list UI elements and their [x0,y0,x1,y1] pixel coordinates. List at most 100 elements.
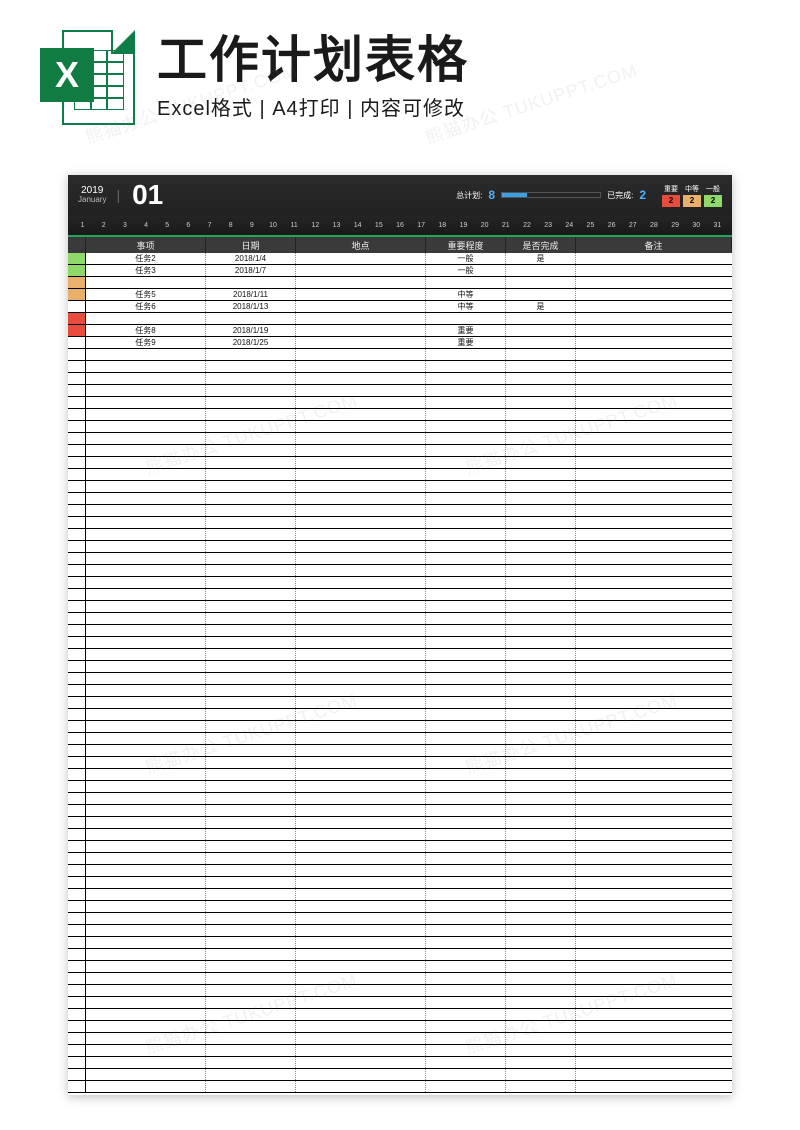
table-row[interactable] [68,817,732,829]
table-row[interactable] [68,709,732,721]
table-row[interactable] [68,733,732,745]
table-row[interactable] [68,433,732,445]
cell [206,709,296,720]
cell [206,373,296,384]
table-row[interactable] [68,853,732,865]
table-row[interactable] [68,769,732,781]
cell [426,745,506,756]
table-row[interactable] [68,541,732,553]
table-row[interactable] [68,721,732,733]
cell [296,289,426,300]
cell [206,769,296,780]
cell [296,997,426,1008]
table-row[interactable]: 任务62018/1/13中等是 [68,301,732,313]
table-row[interactable]: 任务92018/1/25重要 [68,337,732,349]
table-row[interactable] [68,973,732,985]
table-row[interactable] [68,469,732,481]
table-row[interactable] [68,877,732,889]
table-row[interactable] [68,925,732,937]
table-row[interactable] [68,901,732,913]
table-row[interactable] [68,565,732,577]
table-row[interactable] [68,421,732,433]
cell [426,565,506,576]
cell [506,265,576,276]
cell [506,1057,576,1068]
day-number: 18 [432,222,453,229]
cell [506,637,576,648]
table-row[interactable] [68,865,732,877]
cell [576,397,732,408]
cell: 一般 [426,265,506,276]
day-number: 14 [347,222,368,229]
table-row[interactable] [68,805,732,817]
cell [86,625,206,636]
table-row[interactable] [68,997,732,1009]
table-row[interactable] [68,637,732,649]
table-row[interactable] [68,493,732,505]
table-row[interactable]: 任务82018/1/19重要 [68,325,732,337]
table-row[interactable] [68,949,732,961]
table-row[interactable] [68,1057,732,1069]
table-row[interactable] [68,745,732,757]
table-row[interactable] [68,1009,732,1021]
table-row[interactable] [68,757,732,769]
cell [296,649,426,660]
table-row[interactable] [68,457,732,469]
table-row[interactable] [68,685,732,697]
cell [296,685,426,696]
table-row[interactable] [68,1081,732,1093]
table-row[interactable] [68,1033,732,1045]
table-row[interactable] [68,1045,732,1057]
table-row[interactable] [68,1021,732,1033]
cell [576,481,732,492]
table-row[interactable] [68,1069,732,1081]
table-row[interactable] [68,913,732,925]
table-row[interactable] [68,649,732,661]
table-row[interactable] [68,553,732,565]
table-row[interactable] [68,793,732,805]
cell [506,865,576,876]
cell [206,505,296,516]
table-row[interactable] [68,313,732,325]
table-row[interactable] [68,625,732,637]
table-row[interactable] [68,661,732,673]
table-row[interactable] [68,937,732,949]
table-row[interactable] [68,529,732,541]
table-row[interactable] [68,577,732,589]
table-row[interactable] [68,841,732,853]
cell [506,901,576,912]
cell [296,985,426,996]
table-row[interactable]: 任务52018/1/11中等 [68,289,732,301]
cell: 2018/1/4 [206,253,296,264]
cell [576,1009,732,1020]
cell [506,697,576,708]
cell [206,1069,296,1080]
table-row[interactable] [68,517,732,529]
table-row[interactable] [68,961,732,973]
table-row[interactable] [68,613,732,625]
table-row[interactable] [68,349,732,361]
table-row[interactable] [68,361,732,373]
table-row[interactable] [68,277,732,289]
table-row[interactable] [68,601,732,613]
cell [426,721,506,732]
table-row[interactable] [68,985,732,997]
cell [506,925,576,936]
table-row[interactable] [68,409,732,421]
table-row[interactable] [68,673,732,685]
table-row[interactable] [68,373,732,385]
table-row[interactable] [68,505,732,517]
table-row[interactable] [68,445,732,457]
table-row[interactable] [68,481,732,493]
priority-color-chip [68,781,85,792]
table-row[interactable]: 任务32018/1/7一般 [68,265,732,277]
table-row[interactable] [68,829,732,841]
cell [206,589,296,600]
table-row[interactable] [68,697,732,709]
table-row[interactable] [68,397,732,409]
table-row[interactable] [68,889,732,901]
table-row[interactable] [68,385,732,397]
table-row[interactable] [68,589,732,601]
table-row[interactable]: 任务22018/1/4一般是 [68,253,732,265]
table-row[interactable] [68,781,732,793]
